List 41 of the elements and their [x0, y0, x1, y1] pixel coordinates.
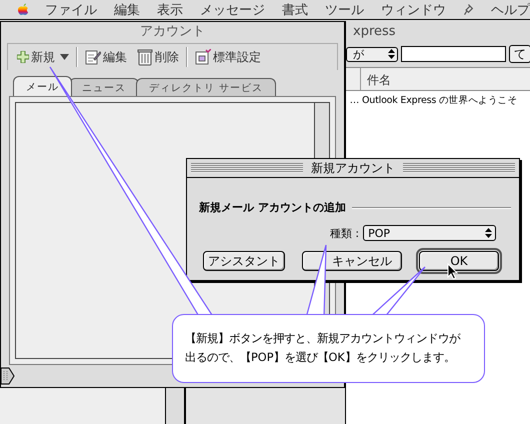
trash-icon: [137, 48, 153, 66]
toolbar-button[interactable]: 標準設定: [192, 48, 264, 66]
dialog-title: 新規アカウント: [310, 160, 396, 176]
menu-item[interactable]: ウィンドウ: [381, 0, 446, 18]
scroll-bar[interactable]: [165, 388, 185, 424]
plus-icon: [17, 51, 29, 63]
search-field[interactable]: [401, 46, 506, 62]
dialog-button[interactable]: OK: [419, 251, 499, 271]
window-title: アカウント: [140, 24, 205, 39]
menu-item[interactable]: 編集: [114, 0, 140, 18]
up-down-arrows-icon: [388, 49, 395, 59]
menu-item[interactable]: メッセージ: [200, 0, 266, 18]
toolbar-button[interactable]: 削除: [134, 48, 182, 66]
resize-handle-icon[interactable]: [1, 367, 15, 385]
type-dropdown[interactable]: POP: [363, 225, 496, 241]
field-label: 種類 :: [330, 226, 360, 240]
menu-item[interactable]: 書式: [282, 0, 308, 18]
tab[interactable]: ニュース: [69, 78, 139, 96]
document-pencil-icon: [85, 49, 101, 65]
table-cell-text: …: [348, 94, 360, 106]
caret-icon: [60, 54, 69, 60]
tab[interactable]: ディレクトリ サービス: [136, 78, 276, 96]
toolbar-button[interactable]: て: [509, 45, 530, 63]
menu-item[interactable]: 表示: [157, 0, 184, 18]
callout-text: 【新規】ボタンを押すと、新規アカウントウィンドウが 出るので、【POP】を選び【OK】をクリックします。: [185, 331, 460, 366]
menu-item[interactable]: ファイル: [45, 0, 98, 18]
document-check-icon: [195, 49, 211, 65]
toolbar-button[interactable]: 編集: [82, 48, 130, 66]
dialog-button[interactable]: アシスタント: [203, 251, 285, 271]
column-header[interactable]: 件名: [361, 68, 397, 90]
up-down-arrows-icon: [485, 228, 492, 238]
group-label: 新規メール アカウントの追加: [199, 200, 346, 215]
window-title: xpress: [353, 24, 396, 38]
dialog-button[interactable]: キャンセル: [302, 251, 402, 271]
toolbar-button[interactable]: 新規: [14, 48, 72, 66]
message-subject[interactable]: Outlook Express の世界へようこそ: [360, 94, 518, 106]
menu-item[interactable]: ヘルプ: [491, 0, 530, 18]
apple-icon[interactable]: [18, 2, 28, 17]
tab[interactable]: メール: [13, 76, 72, 96]
filter-dropdown[interactable]: が: [346, 46, 398, 62]
menu-item[interactable]: ツール: [325, 0, 364, 18]
